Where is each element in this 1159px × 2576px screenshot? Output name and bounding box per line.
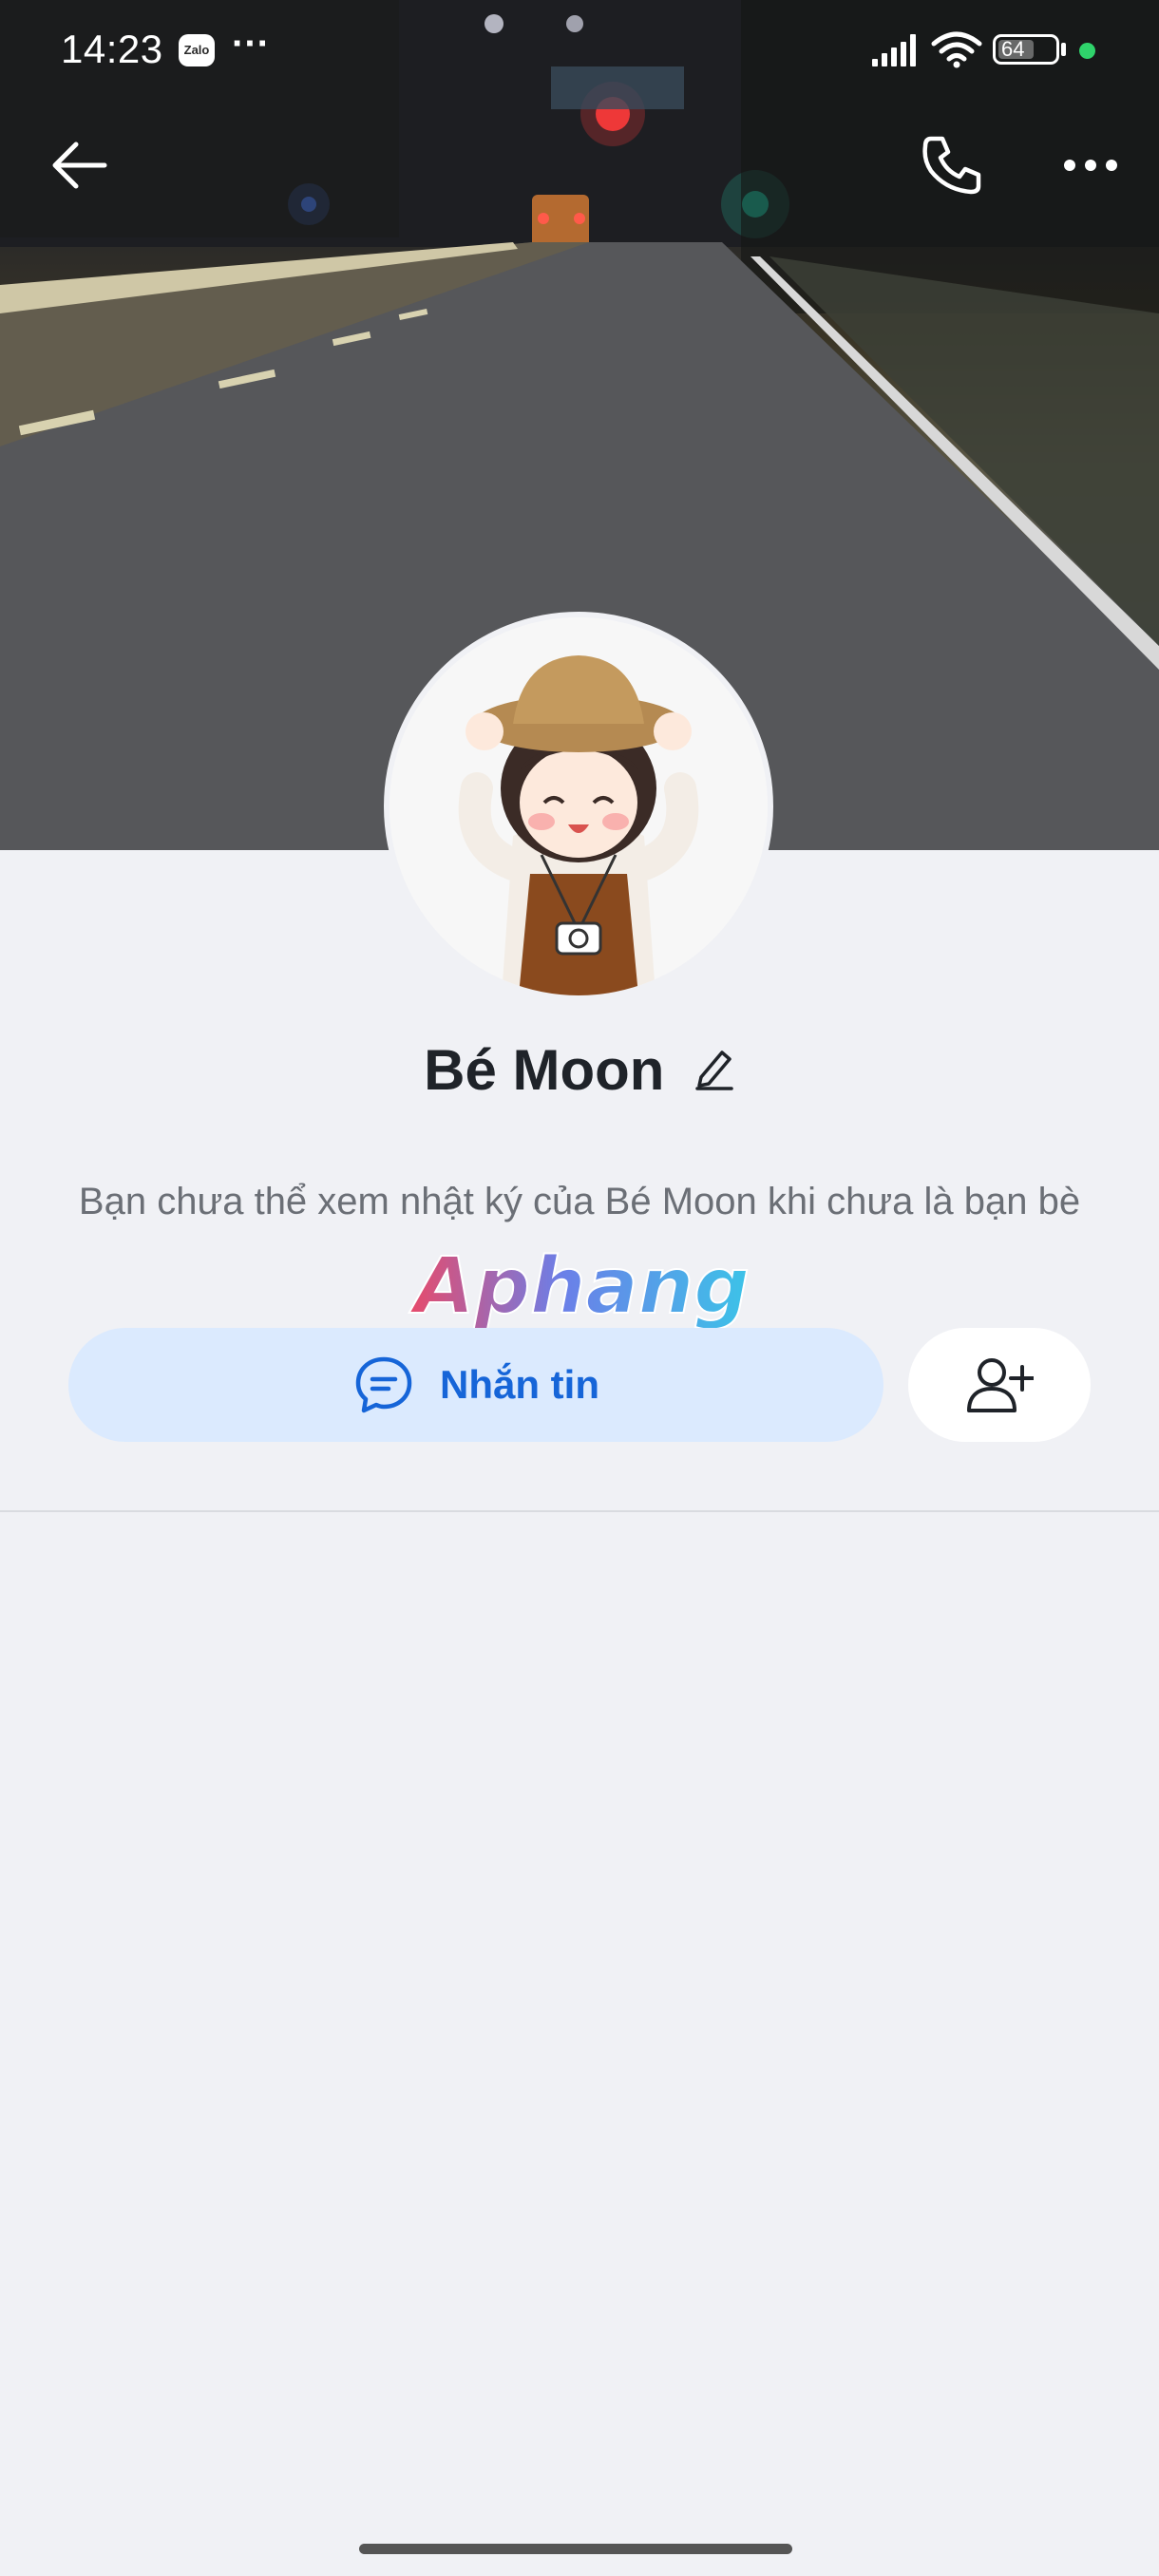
battery-tip xyxy=(1061,43,1066,56)
home-indicator[interactable] xyxy=(359,2544,792,2554)
profile-avatar[interactable] xyxy=(384,612,773,1001)
phone-icon xyxy=(922,136,981,195)
wifi-icon xyxy=(931,31,982,68)
edit-pencil-icon xyxy=(695,1051,733,1090)
svg-text:Aphang: Aphang xyxy=(408,1244,750,1330)
privacy-indicator-dot xyxy=(1079,43,1095,59)
profile-name: Bé Moon xyxy=(424,1038,665,1102)
more-icon xyxy=(1064,160,1117,171)
battery-percent: 64 xyxy=(1001,37,1025,61)
edit-name-button[interactable] xyxy=(694,1045,735,1095)
battery-icon: 64 xyxy=(993,34,1059,65)
status-time: 14:23 xyxy=(61,27,163,71)
call-button[interactable] xyxy=(918,131,986,204)
signal-icon xyxy=(872,34,916,66)
profile-name-row: Bé Moon xyxy=(0,1037,1159,1123)
add-friend-icon xyxy=(967,1358,1034,1412)
chat-bubble-icon xyxy=(355,1356,412,1413)
diary-restriction-note: Bạn chưa thể xem nhật ký của Bé Moon khi… xyxy=(78,1181,1081,1222)
zalo-notification-icon: Zalo xyxy=(179,34,215,66)
message-button[interactable]: Nhắn tin xyxy=(68,1328,884,1442)
back-arrow-icon xyxy=(52,142,107,189)
message-button-label: Nhắn tin xyxy=(440,1362,599,1407)
status-bar: 14:23 Zalo ··· 64 xyxy=(0,0,1159,104)
back-button[interactable] xyxy=(42,131,114,204)
aphang-watermark-logo: Aphang xyxy=(408,1244,750,1330)
more-notifications-icon: ··· xyxy=(232,23,270,65)
add-friend-button[interactable] xyxy=(908,1328,1091,1442)
more-options-button[interactable] xyxy=(1062,142,1119,193)
section-divider xyxy=(0,1510,1159,1512)
